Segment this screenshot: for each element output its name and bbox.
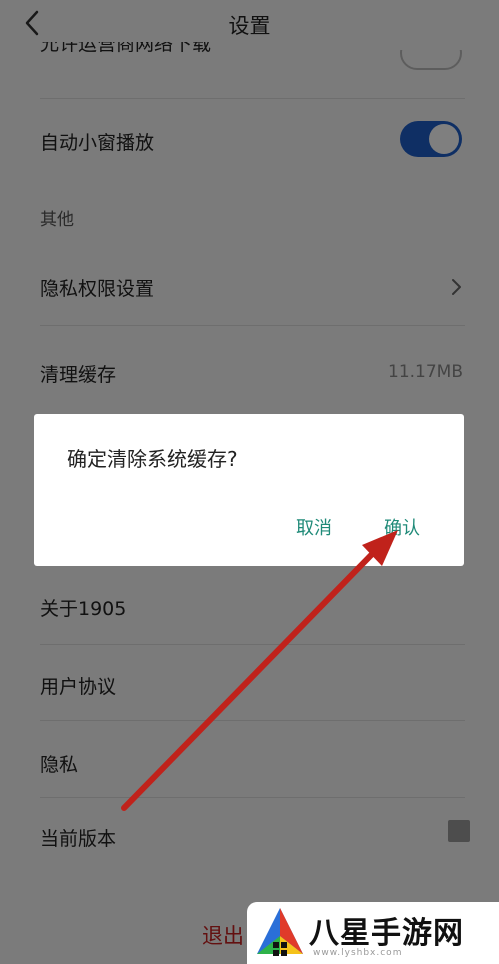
watermark: 八星手游网 www.lyshbx.com bbox=[247, 902, 499, 964]
watermark-url: www.lyshbx.com bbox=[313, 948, 403, 958]
settings-screen: 设置 允许运营商网络下载 自动小窗播放 其他 隐私权限设置 清理缓存 11.17… bbox=[0, 0, 499, 964]
site-logo-icon bbox=[257, 908, 303, 956]
watermark-brand: 八星手游网 bbox=[309, 916, 464, 951]
annotation-arrow bbox=[121, 530, 398, 811]
